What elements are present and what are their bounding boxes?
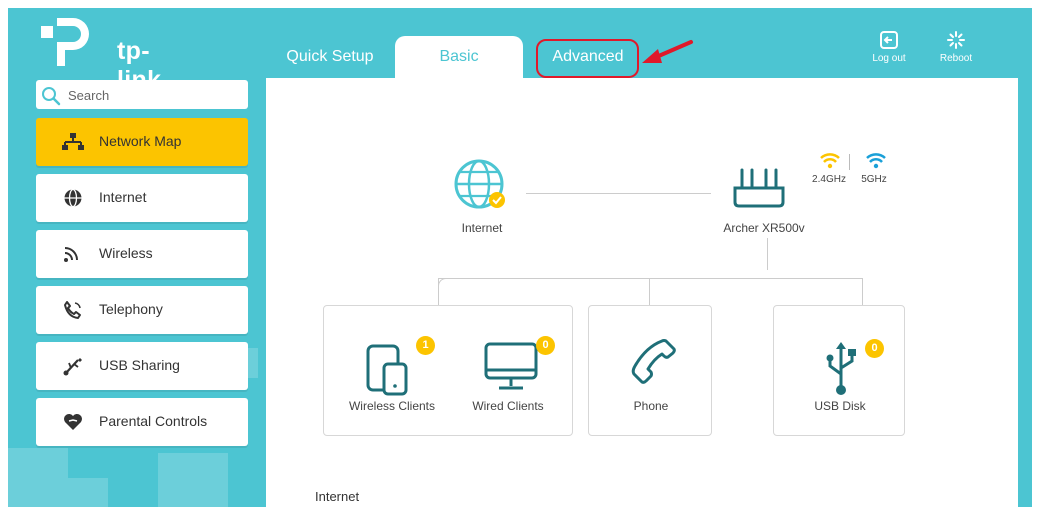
usb-icon	[63, 358, 82, 376]
internet-globe-icon[interactable]	[453, 158, 507, 212]
router-icon[interactable]	[732, 166, 786, 212]
router-model-label: Archer XR500v	[723, 221, 805, 235]
heart-icon	[64, 414, 82, 430]
connection-line	[438, 278, 862, 279]
tab-basic[interactable]: Basic	[395, 36, 523, 80]
sidebar-item-parental-controls[interactable]: Parental Controls	[36, 398, 248, 446]
tab-quick-setup[interactable]: Quick Setup	[270, 36, 390, 78]
internet-node-label: Internet	[461, 221, 503, 235]
annotation-highlight-box	[536, 39, 639, 78]
network-map-icon	[62, 133, 84, 150]
wireless-clients-count: 1	[416, 336, 435, 355]
reboot-label: Reboot	[939, 53, 973, 64]
tp-link-logo: tp-link	[35, 14, 175, 94]
sidebar-item-usb-sharing[interactable]: USB Sharing	[36, 342, 248, 390]
usb-disk-count: 0	[865, 339, 884, 358]
phone-node[interactable]: Phone	[588, 305, 712, 436]
globe-icon	[64, 188, 82, 208]
sidebar-item-wireless[interactable]: Wireless	[36, 230, 248, 278]
decor-square	[8, 448, 68, 507]
search-input[interactable]	[66, 84, 240, 106]
band-5ghz-label: 5GHz	[861, 174, 887, 185]
search-icon	[42, 87, 61, 106]
wifi-5ghz-icon[interactable]	[865, 152, 887, 170]
sidebar-item-label: Internet	[99, 189, 147, 205]
decor-square	[68, 478, 108, 507]
annotation-arrow-icon	[642, 40, 693, 63]
reboot-icon	[947, 31, 965, 49]
phone-icon	[64, 301, 81, 319]
reboot-button[interactable]: Reboot	[931, 30, 981, 64]
usb-disk-icon	[826, 342, 856, 395]
clients-card: 1 Wireless Clients 0 Wired Clients	[323, 305, 573, 436]
phone-icon	[631, 339, 676, 384]
usb-disk-label: USB Disk	[814, 399, 866, 413]
connection-line	[862, 278, 863, 305]
sidebar-item-network-map[interactable]: Network Map	[36, 118, 248, 166]
wireless-clients-label: Wireless Clients	[348, 399, 435, 413]
wireless-clients-node[interactable]: 1 Wireless Clients	[334, 306, 444, 437]
usb-disk-node[interactable]: 0 USB Disk	[773, 305, 905, 436]
wireless-clients-icon	[366, 344, 408, 396]
sidebar-item-telephony[interactable]: Telephony	[36, 286, 248, 334]
logout-button[interactable]: Log out	[864, 30, 914, 64]
sidebar-item-label: Telephony	[99, 301, 163, 317]
wired-clients-label: Wired Clients	[472, 399, 544, 413]
wired-clients-node[interactable]: 0 Wired Clients	[454, 306, 564, 437]
sidebar-item-label: Network Map	[99, 133, 182, 149]
wired-clients-icon	[484, 342, 538, 390]
connection-line	[526, 193, 711, 194]
wifi-24ghz-icon[interactable]	[819, 152, 841, 170]
app-frame: tp-link Quick Setup Basic Advanced Log o…	[8, 8, 1032, 507]
decor-square	[158, 453, 228, 507]
search-box	[36, 80, 248, 109]
logout-label: Log out	[872, 53, 906, 64]
logout-icon	[880, 31, 898, 49]
connection-line	[649, 278, 650, 305]
wired-clients-count: 0	[536, 336, 555, 355]
connection-corner	[438, 278, 449, 289]
sidebar-item-internet[interactable]: Internet	[36, 174, 248, 222]
tp-link-logo-icon	[41, 18, 89, 66]
network-map-panel: Internet Archer XR500v 2.4GHz 5GHz 1 Wir…	[266, 78, 1018, 507]
sidebar-item-label: USB Sharing	[99, 357, 180, 373]
connection-line	[767, 238, 768, 270]
section-title: Internet	[315, 489, 360, 504]
band-divider	[849, 154, 850, 170]
phone-label: Phone	[633, 399, 669, 413]
wireless-icon	[64, 247, 78, 262]
band-24ghz-label: 2.4GHz	[812, 174, 846, 185]
sidebar-item-label: Wireless	[99, 245, 153, 261]
sidebar-item-label: Parental Controls	[99, 413, 208, 429]
